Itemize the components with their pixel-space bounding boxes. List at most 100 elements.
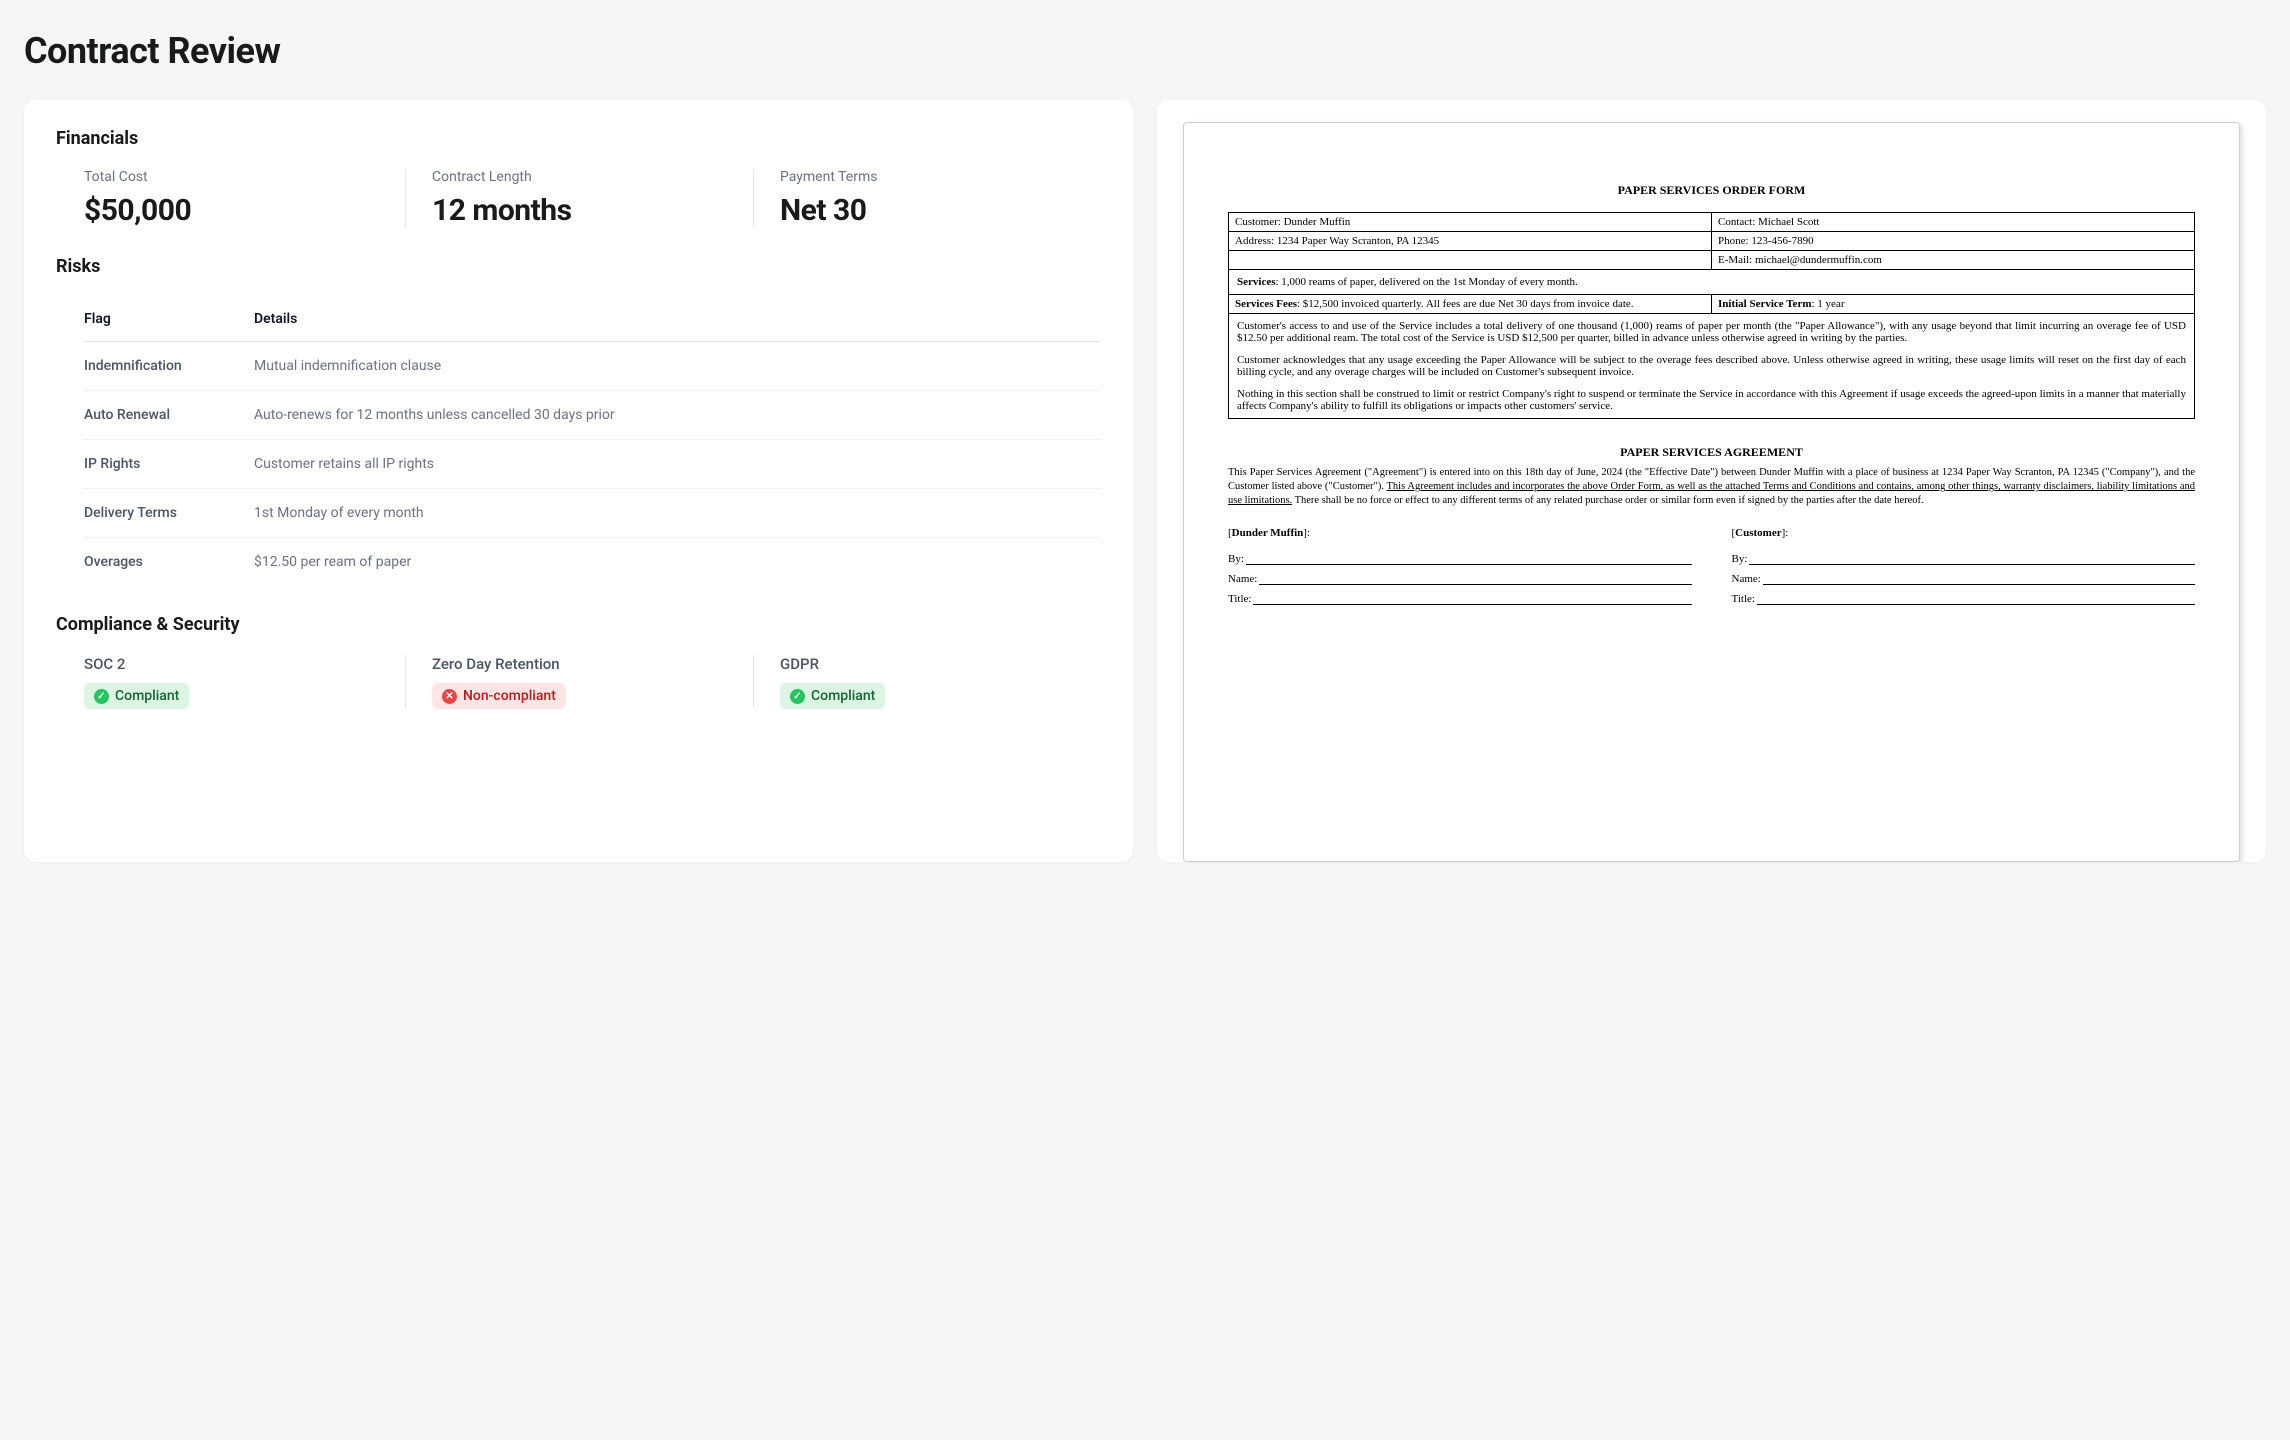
sig-rule	[1757, 604, 2195, 605]
summary-card: Financials Total Cost $50,000 Contract L…	[24, 100, 1133, 862]
compliance-items: SOC 2 ✓ Compliant Zero Day Retention ✕ N…	[56, 655, 1101, 709]
risks-table: Flag Details Indemnification Mutual inde…	[56, 297, 1101, 586]
doc-value: : 1 year	[1812, 298, 1845, 310]
metric-value: 12 months	[432, 193, 735, 228]
document-header-table: Customer: Dunder Muffin Contact: Michael…	[1228, 212, 2195, 314]
column-header-details: Details	[254, 311, 1101, 327]
sig-title-line: Title:	[1732, 593, 2196, 605]
status-text: Compliant	[115, 688, 179, 704]
doc-term-cell: Initial Service Term: 1 year	[1712, 295, 2195, 314]
sig-rule	[1763, 584, 2195, 585]
metric-payment-terms: Payment Terms Net 30	[780, 169, 1101, 228]
layout-two-column: Financials Total Cost $50,000 Contract L…	[24, 100, 2266, 862]
separator	[753, 169, 754, 228]
compliance-soc2: SOC 2 ✓ Compliant	[84, 655, 405, 709]
compliance-label: SOC 2	[84, 655, 387, 673]
risk-flag: Overages	[84, 554, 254, 570]
metric-contract-length: Contract Length 12 months	[432, 169, 753, 228]
doc-paragraph: Nothing in this section shall be constru…	[1237, 388, 2186, 412]
compliance-zero-day: Zero Day Retention ✕ Non-compliant	[432, 655, 753, 709]
compliance-heading: Compliance & Security	[56, 614, 1101, 635]
doc-label: Customer:	[1235, 216, 1281, 228]
metric-value: $50,000	[84, 193, 387, 228]
document-order-form-title: PAPER SERVICES ORDER FORM	[1228, 183, 2195, 198]
sig-label: By:	[1732, 553, 1748, 565]
metric-label: Total Cost	[84, 169, 387, 185]
sig-rule	[1246, 564, 1692, 565]
risks-table-header: Flag Details	[84, 297, 1101, 342]
metric-label: Payment Terms	[780, 169, 1083, 185]
sig-party: Dunder Muffin	[1232, 527, 1304, 539]
metric-total-cost: Total Cost $50,000	[84, 169, 405, 228]
separator	[753, 655, 754, 709]
risk-details: Customer retains all IP rights	[254, 456, 1101, 472]
sig-party: Customer	[1735, 527, 1781, 539]
signature-company: [Dunder Muffin]: By: Name: Title:	[1228, 527, 1692, 613]
status-badge: ✕ Non-compliant	[432, 683, 566, 709]
sig-label: By:	[1228, 553, 1244, 565]
table-row: IP Rights Customer retains all IP rights	[84, 440, 1101, 489]
sig-label: Name:	[1732, 573, 1761, 585]
sig-name-line: Name:	[1732, 573, 2196, 585]
table-row: Delivery Terms 1st Monday of every month	[84, 489, 1101, 538]
risk-flag: Auto Renewal	[84, 407, 254, 423]
sig-rule	[1253, 604, 1691, 605]
risk-flag: Indemnification	[84, 358, 254, 374]
compliance-label: GDPR	[780, 655, 1083, 673]
compliance-label: Zero Day Retention	[432, 655, 735, 673]
doc-label: Services	[1237, 276, 1275, 288]
doc-label: Phone:	[1718, 235, 1749, 247]
status-badge: ✓ Compliant	[84, 683, 189, 709]
sig-name-line: Name:	[1228, 573, 1692, 585]
sig-label: Name:	[1228, 573, 1257, 585]
doc-value: : $12,500 invoiced quarterly. All fees a…	[1297, 298, 1634, 310]
risk-details: Mutual indemnification clause	[254, 358, 1101, 374]
document-page[interactable]: PAPER SERVICES ORDER FORM Customer: Dund…	[1183, 122, 2240, 862]
doc-value: Michael Scott	[1758, 216, 1819, 228]
table-row: Indemnification Mutual indemnification c…	[84, 342, 1101, 391]
separator	[405, 655, 406, 709]
risk-details: $12.50 per ream of paper	[254, 554, 1101, 570]
compliance-gdpr: GDPR ✓ Compliant	[780, 655, 1101, 709]
doc-phone-cell: Phone: 123-456-7890	[1712, 232, 2195, 251]
risk-flag: IP Rights	[84, 456, 254, 472]
sig-label: Title:	[1228, 593, 1251, 605]
x-circle-icon: ✕	[442, 689, 457, 704]
metric-label: Contract Length	[432, 169, 735, 185]
status-badge: ✓ Compliant	[780, 683, 885, 709]
document-agreement-title: PAPER SERVICES AGREEMENT	[1228, 445, 2195, 460]
doc-value: Dunder Muffin	[1284, 216, 1351, 228]
table-row: Overages $12.50 per ream of paper	[84, 538, 1101, 586]
check-circle-icon: ✓	[790, 689, 805, 704]
sig-rule	[1749, 564, 2195, 565]
column-header-flag: Flag	[84, 311, 254, 327]
sig-label: Title:	[1732, 593, 1755, 605]
doc-value: : 1,000 reams of paper, delivered on the…	[1275, 276, 1577, 288]
metric-value: Net 30	[780, 193, 1083, 228]
signature-customer: [Customer]: By: Name: Title:	[1732, 527, 2196, 613]
doc-label: E-Mail:	[1718, 254, 1752, 266]
page-title: Contract Review	[24, 30, 2266, 72]
sig-by-line: By:	[1228, 553, 1692, 565]
check-circle-icon: ✓	[94, 689, 109, 704]
document-preview-card: PAPER SERVICES ORDER FORM Customer: Dund…	[1157, 100, 2266, 862]
doc-address-cell: Address: 1234 Paper Way Scranton, PA 123…	[1229, 232, 1712, 251]
status-text: Compliant	[811, 688, 875, 704]
risk-details: 1st Monday of every month	[254, 505, 1101, 521]
sig-rule	[1259, 584, 1691, 585]
doc-paragraph: Customer's access to and use of the Serv…	[1237, 320, 2186, 344]
sig-party-label: [Customer]:	[1732, 527, 2196, 539]
doc-value: 123-456-7890	[1751, 235, 1813, 247]
document-agreement-text: This Paper Services Agreement ("Agreemen…	[1228, 466, 2195, 509]
doc-label: Address:	[1235, 235, 1274, 247]
risk-flag: Delivery Terms	[84, 505, 254, 521]
doc-customer-cell: Customer: Dunder Muffin	[1229, 213, 1712, 232]
sig-party-label: [Dunder Muffin]:	[1228, 527, 1692, 539]
signature-block: [Dunder Muffin]: By: Name: Title: [Custo…	[1228, 527, 2195, 613]
doc-services-cell: Services: 1,000 reams of paper, delivere…	[1229, 270, 2195, 295]
status-text: Non-compliant	[463, 688, 556, 704]
doc-value: 1234 Paper Way Scranton, PA 12345	[1277, 235, 1439, 247]
document-body: Customer's access to and use of the Serv…	[1228, 314, 2195, 419]
doc-email-cell: E-Mail: michael@dundermuffin.com	[1712, 251, 2195, 270]
doc-contact-cell: Contact: Michael Scott	[1712, 213, 2195, 232]
